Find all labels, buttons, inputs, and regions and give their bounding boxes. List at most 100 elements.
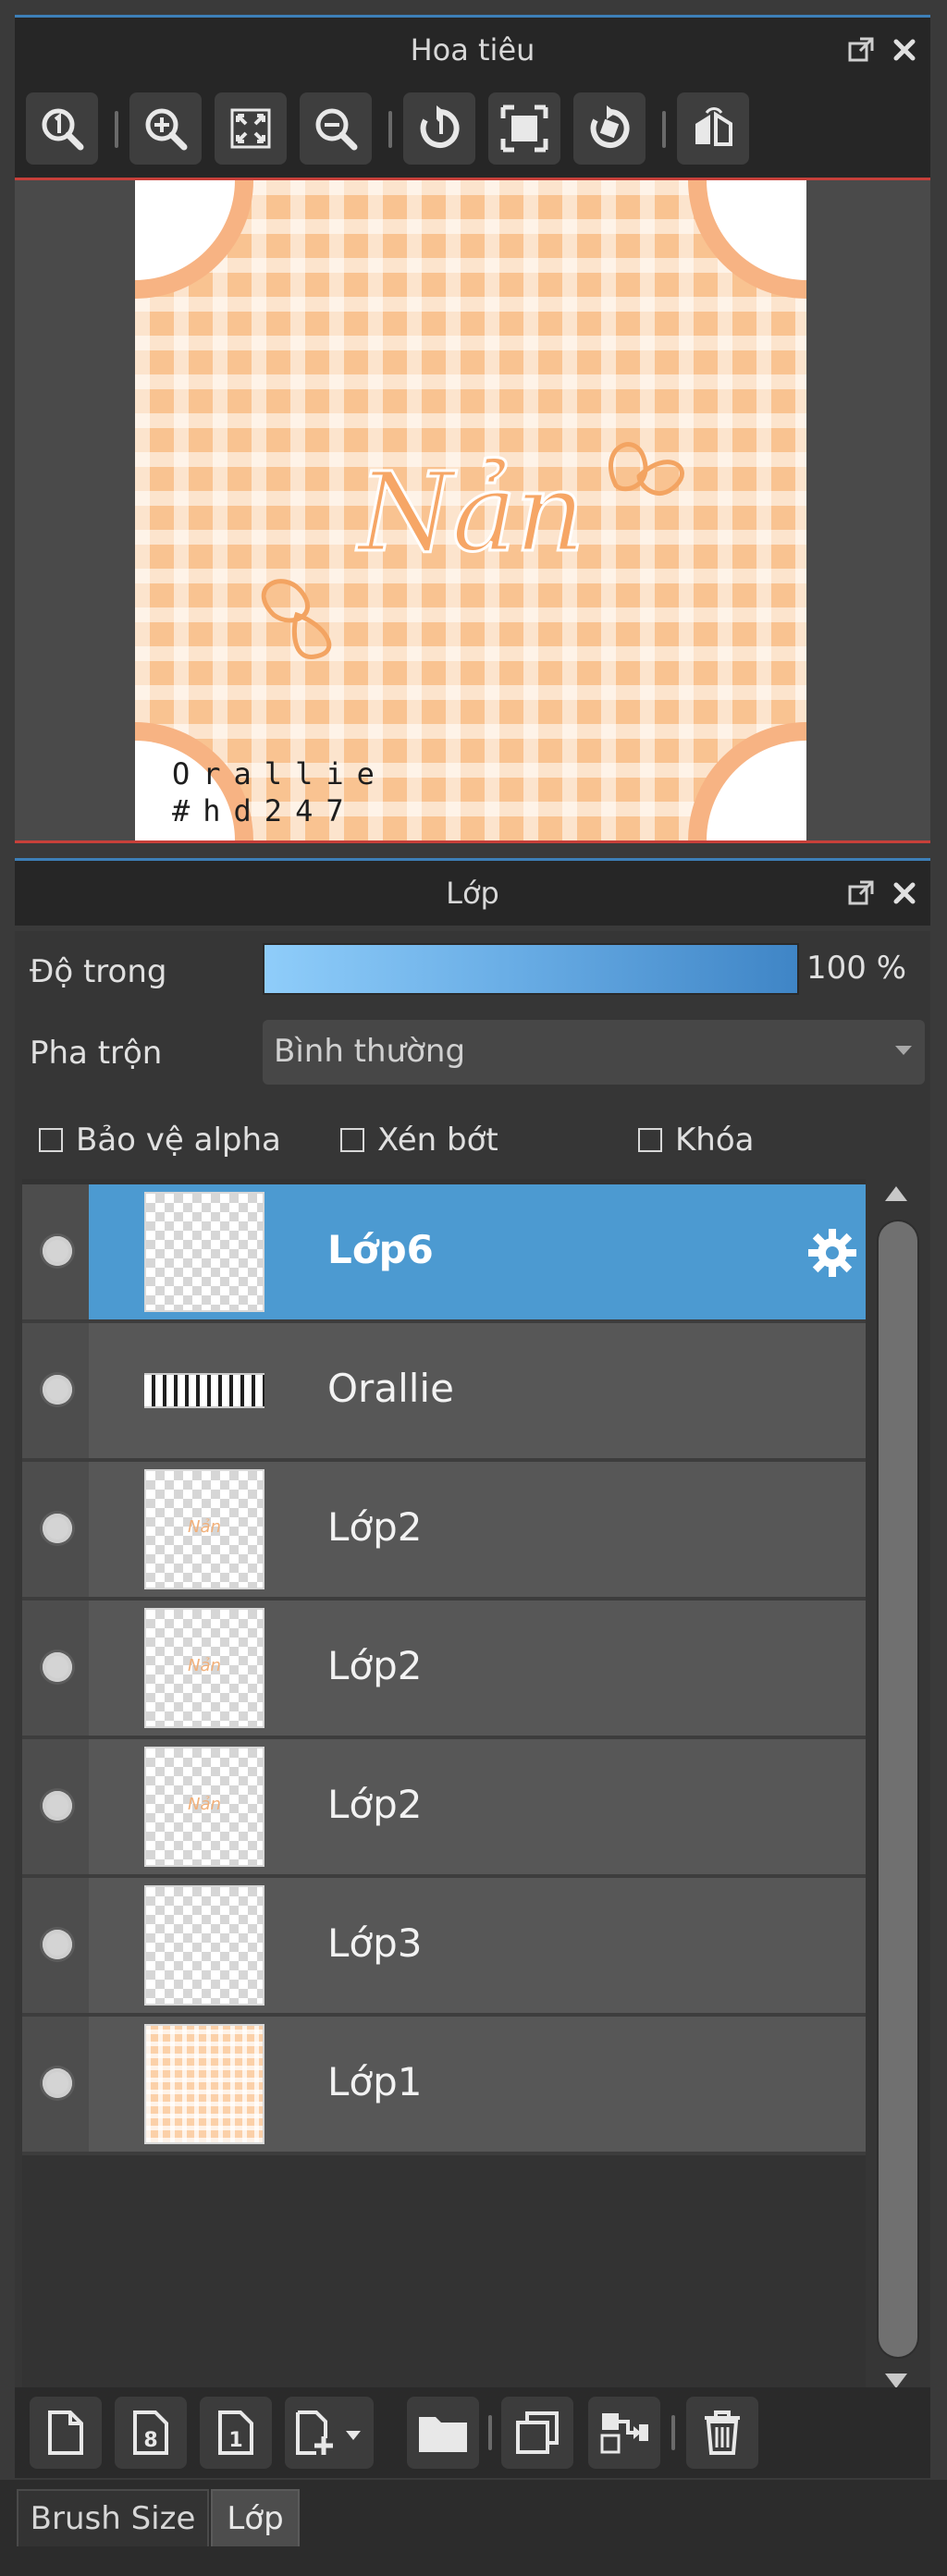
layer-list-scrollbar[interactable] (871, 1181, 921, 2394)
protect-alpha-checkbox[interactable]: Bảo vệ alpha (39, 1122, 281, 1159)
zoom-actual-button[interactable] (26, 92, 98, 165)
opacity-value: 100 % (806, 950, 907, 987)
canvas-title-text: Nản (357, 448, 587, 578)
layer-name: Lớp2 (327, 1643, 423, 1688)
thumbnail-text: Nản (188, 1656, 221, 1675)
layer-thumbnail (144, 2024, 264, 2144)
panel-tab-bar: Brush Size Lớp (0, 2480, 947, 2576)
svg-text:1: 1 (228, 2429, 242, 2452)
new-layer-button[interactable] (30, 2397, 102, 2469)
layer-thumbnail: Nản (144, 1469, 264, 1589)
zoom-out-button[interactable] (300, 92, 372, 165)
add-layer-menu-button[interactable] (285, 2397, 374, 2469)
checkbox-label: Bảo vệ alpha (76, 1122, 281, 1159)
fit-frame-button[interactable] (488, 92, 560, 165)
flip-horizontal-button[interactable] (677, 92, 749, 165)
navigator-header: Hoa tiêu (15, 15, 930, 82)
layer-panel-body: Độ trong 100 % Pha trộn Bình thường Bảo … (15, 931, 930, 2477)
navigator-preview[interactable]: Nản Orallie #hd247 (15, 178, 930, 843)
merge-down-button[interactable] (588, 2397, 660, 2469)
canvas-preview[interactable]: Nản Orallie #hd247 (135, 180, 806, 840)
new-layer-icon (48, 2410, 83, 2455)
checkbox-label: Xén bớt (377, 1122, 498, 1159)
layer-name: Lớp6 (327, 1227, 434, 1272)
visibility-toggle-icon[interactable] (43, 2068, 72, 2098)
visibility-cell (22, 1184, 89, 1319)
layer-toolbar: 8 1 (15, 2387, 930, 2478)
scroll-down-icon[interactable] (885, 2374, 907, 2388)
scroll-up-icon[interactable] (885, 1186, 907, 1201)
visibility-cell (22, 1323, 89, 1458)
layer-row[interactable]: Lớp6 (22, 1184, 866, 1323)
checkbox-box[interactable] (39, 1128, 63, 1152)
zoom-actual-icon (42, 108, 84, 151)
close-icon[interactable] (892, 880, 917, 906)
tab-layer[interactable]: Lớp (211, 2489, 300, 2546)
layer-row[interactable]: Nản Lớp2 (22, 1739, 866, 1878)
checkbox-box[interactable] (638, 1128, 662, 1152)
fit-screen-button[interactable] (215, 92, 287, 165)
layer-row[interactable]: Nản Lớp2 (22, 1601, 866, 1739)
layer-name: Lớp3 (327, 1920, 423, 1966)
rotate-button[interactable] (573, 92, 646, 165)
credit-line-1: Orallie (172, 756, 387, 791)
rotate-icon (590, 105, 630, 148)
layer-row[interactable]: Nản Lớp2 (22, 1462, 866, 1601)
visibility-cell (22, 1462, 89, 1597)
blend-mode-select[interactable]: Bình thường (263, 1020, 925, 1085)
merge-down-icon (600, 2413, 648, 2454)
layer-name: Lớp1 (327, 2059, 423, 2104)
trash-icon (705, 2410, 740, 2455)
credit-line-2: #hd247 (172, 793, 357, 828)
gear-icon[interactable] (806, 1227, 858, 1279)
folder-icon (419, 2417, 467, 2452)
popout-icon[interactable] (847, 36, 875, 64)
layer-row[interactable]: Lớp3 (22, 1878, 866, 2017)
layer-name: Lớp2 (327, 1504, 423, 1550)
visibility-toggle-icon[interactable] (43, 1375, 72, 1405)
zoom-in-button[interactable] (129, 92, 202, 165)
visibility-toggle-icon[interactable] (43, 1930, 72, 1959)
svg-text:8: 8 (143, 2429, 157, 2452)
layer-row[interactable]: Lớp1 (22, 2017, 866, 2155)
visibility-toggle-icon[interactable] (43, 1514, 72, 1543)
visibility-cell (22, 1878, 89, 2013)
checkbox-label: Khóa (675, 1122, 755, 1159)
visibility-toggle-icon[interactable] (43, 1236, 72, 1266)
opacity-slider[interactable] (263, 943, 799, 995)
layer-name: Orallie (327, 1366, 454, 1411)
visibility-toggle-icon[interactable] (43, 1652, 72, 1682)
navigator-toolbar (15, 81, 930, 178)
layer-name: Lớp2 (327, 1782, 423, 1827)
new-1bit-layer-button[interactable]: 1 (200, 2397, 272, 2469)
blend-label: Pha trộn (30, 1035, 163, 1072)
thumbnail-text: Nản (188, 1795, 221, 1814)
new-folder-button[interactable] (407, 2397, 479, 2469)
scrollbar-thumb[interactable] (879, 1221, 917, 2357)
duplicate-layer-button[interactable] (501, 2397, 573, 2469)
layer-thumbnail: Nản (144, 1608, 264, 1728)
popout-icon[interactable] (847, 879, 875, 907)
toolbar-separator (115, 111, 118, 148)
visibility-toggle-icon[interactable] (43, 1791, 72, 1821)
layer-thumbnail (144, 1885, 264, 2006)
new-8bit-layer-icon: 8 (133, 2410, 168, 2455)
lock-checkbox[interactable]: Khóa (638, 1122, 754, 1159)
duplicate-icon (516, 2411, 559, 2454)
new-8bit-layer-button[interactable]: 8 (115, 2397, 187, 2469)
toolbar-separator (671, 2415, 675, 2450)
tab-brush-size[interactable]: Brush Size (17, 2489, 209, 2546)
new-1bit-layer-icon: 1 (218, 2410, 253, 2455)
rotate-reset-button[interactable] (403, 92, 475, 165)
navigator-title: Hoa tiêu (410, 32, 535, 67)
layer-thumbnail: Nản (144, 1747, 264, 1867)
layer-panel-header: Lớp (15, 858, 930, 926)
layer-row[interactable]: Orallie (22, 1323, 866, 1462)
layer-list: Lớp6 Orallie Nản Lớp2 Nản Lớp2 Nản Lớp2 … (22, 1179, 866, 2396)
visibility-cell (22, 1601, 89, 1736)
delete-layer-button[interactable] (686, 2397, 758, 2469)
toolbar-separator (488, 2415, 492, 2450)
checkbox-box[interactable] (340, 1128, 364, 1152)
clipping-checkbox[interactable]: Xén bớt (340, 1122, 498, 1159)
close-icon[interactable] (892, 37, 917, 63)
